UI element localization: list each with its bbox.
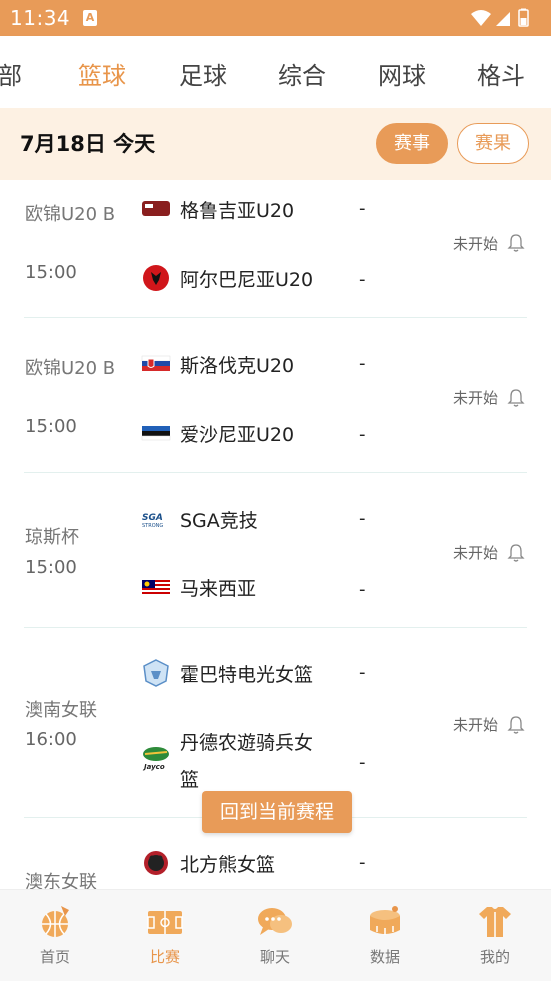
league-name: 欧锦U20 B (25, 204, 116, 225)
svg-text:Jayco: Jayco (142, 763, 165, 771)
slovakia-flag-icon (141, 355, 171, 371)
svg-text:SGA: SGA (142, 513, 163, 523)
tab-all[interactable]: 部 (0, 56, 22, 91)
match-time: 16:00 (25, 729, 77, 750)
bottom-nav: 首页 比赛 聊天 数据 我的 (0, 889, 551, 981)
back-to-current-button[interactable]: 回到当前赛程 (202, 791, 352, 833)
battery-icon (518, 8, 529, 27)
home-score: - (359, 662, 366, 683)
league-name: 澳南女联 (25, 700, 97, 721)
tab-combat[interactable]: 格斗 (477, 56, 525, 91)
away-score: - (359, 269, 366, 290)
signal-icon (496, 12, 510, 26)
clock: 11:34 (10, 6, 71, 30)
status-bar: 11:34 A (0, 0, 551, 36)
home-score: - (359, 353, 366, 374)
tab-basketball[interactable]: 篮球 (78, 56, 126, 91)
home-score: - (359, 508, 366, 529)
match-status: 未开始 (453, 716, 499, 734)
away-score: - (359, 752, 366, 773)
events-toggle-button[interactable]: 赛事 (376, 123, 448, 164)
northside-bears-logo-icon (144, 851, 168, 875)
sport-tabs: 部 篮球 足球 综合 网球 格斗 (0, 36, 551, 108)
match-status: 未开始 (453, 235, 499, 253)
dandenong-rangers-logo-icon: Jayco (142, 747, 169, 771)
home-basketball-icon (42, 906, 69, 937)
estonia-flag-icon (141, 426, 171, 441)
date-label[interactable]: 7月18日 今天 (20, 128, 155, 158)
hobart-chargers-logo-icon (143, 659, 169, 687)
stadium-icon (370, 906, 400, 935)
jersey-icon (479, 907, 511, 937)
match-row[interactable]: 欧锦U20 B 15:00 斯洛伐克U20 爱沙尼亚U20 - - 未开始 (0, 318, 551, 473)
match-time: 15:00 (25, 557, 77, 578)
nav-chat[interactable]: 聊天 (240, 904, 310, 967)
svg-text:STRONG: STRONG (142, 523, 163, 529)
bell-icon[interactable] (507, 543, 525, 563)
court-icon (147, 911, 183, 934)
home-score: - (359, 198, 366, 219)
match-row[interactable]: 欧锦U20 B 15:00 格鲁吉亚U20 阿尔巴尼亚U20 - - 未开始 (0, 180, 551, 318)
tab-football[interactable]: 足球 (179, 56, 227, 91)
malaysia-flag-icon (142, 580, 170, 594)
bell-icon[interactable] (507, 388, 525, 408)
sga-logo-icon: SGASTRONG (142, 513, 163, 529)
georgia-flag-icon (142, 201, 170, 216)
albania-flag-icon (143, 265, 169, 291)
chat-icon (258, 908, 292, 935)
nav-matches[interactable]: 比赛 (130, 904, 200, 967)
results-toggle-button[interactable]: 赛果 (457, 123, 529, 164)
league-name: 澳东女联 (25, 872, 97, 889)
match-status: 未开始 (453, 389, 499, 407)
match-time: 15:00 (25, 416, 77, 437)
away-score: - (359, 424, 366, 445)
match-row[interactable]: 琼斯杯 15:00 SGA STRONG SGA竞技 马来西亚 - - 未开始 (0, 473, 551, 628)
match-row[interactable]: 澳南女联 16:00 霍巴特电光女篮 Jayco 丹德农遊骑兵女 篮 - - 未… (0, 628, 551, 818)
nav-home[interactable]: 首页 (20, 904, 90, 967)
tab-tennis[interactable]: 网球 (378, 56, 426, 91)
match-status: 未开始 (453, 544, 499, 562)
away-score: - (359, 579, 366, 600)
bell-icon[interactable] (507, 715, 525, 735)
nav-profile[interactable]: 我的 (460, 904, 530, 967)
league-name: 欧锦U20 B (25, 358, 116, 379)
date-bar: 7月18日 今天 赛事 赛果 (0, 108, 551, 180)
league-name: 琼斯杯 (25, 527, 79, 548)
bell-icon[interactable] (507, 233, 525, 253)
tab-general[interactable]: 综合 (278, 56, 326, 91)
notification-app-icon: A (83, 10, 97, 26)
nav-data[interactable]: 数据 (350, 904, 420, 967)
home-score: - (359, 852, 366, 873)
match-time: 15:00 (25, 262, 77, 283)
wifi-icon (471, 10, 491, 26)
status-icons (469, 8, 541, 28)
